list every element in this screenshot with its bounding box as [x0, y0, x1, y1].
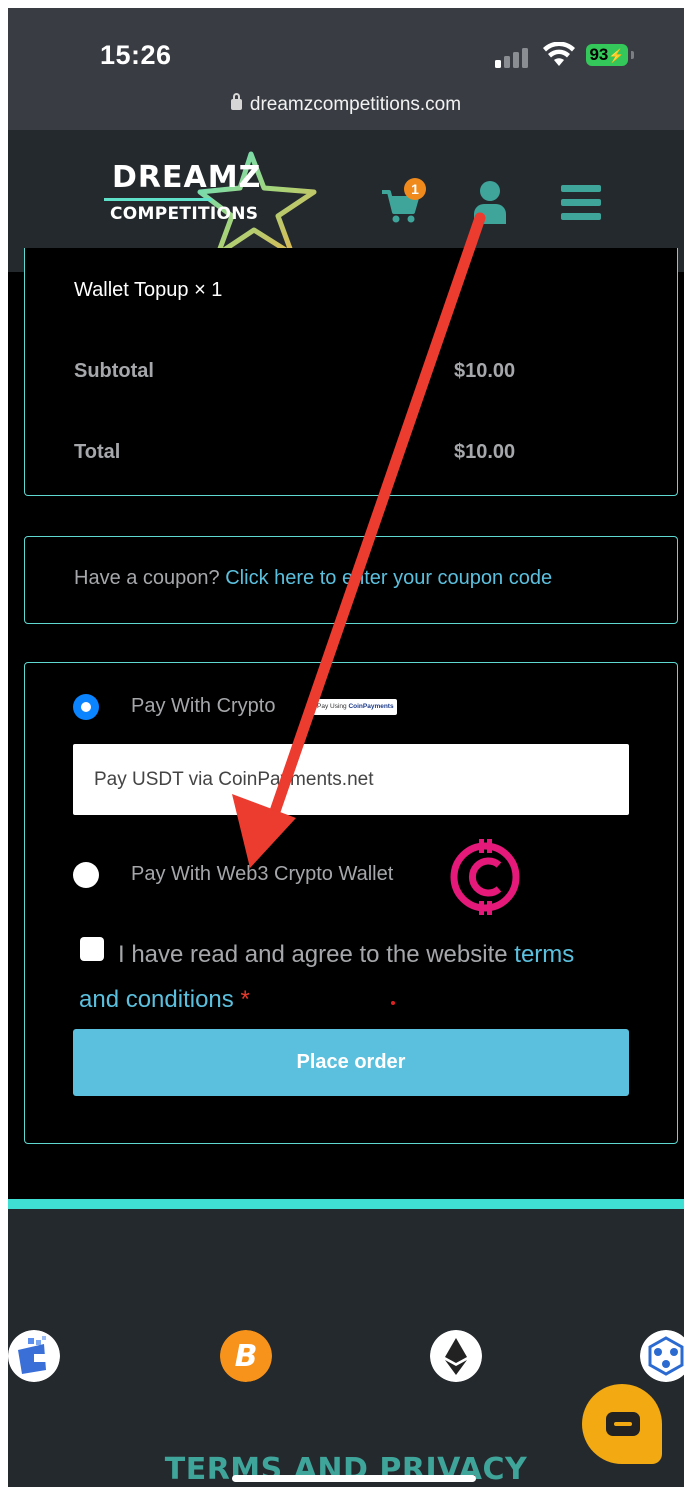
- total-value: $10.00: [454, 441, 516, 463]
- battery-icon: 93⚡: [586, 44, 628, 66]
- coinpayments-badge: Pay Using CoinPayments: [313, 699, 397, 715]
- lock-icon: [230, 93, 242, 110]
- status-bar: 15:26 93⚡ dreamzcompetitions.com: [8, 8, 684, 130]
- wallet-app-icon[interactable]: [8, 1330, 60, 1382]
- required-mark: *: [240, 986, 250, 1013]
- user-account-icon[interactable]: [472, 180, 508, 224]
- battery-tip: [631, 51, 634, 59]
- pay-web3-radio[interactable]: [73, 862, 99, 888]
- chat-glyph: [606, 1412, 640, 1436]
- order-summary: Wallet Topup × 1 Subtotal $10.00 Total $…: [24, 248, 678, 496]
- hamburger-menu-icon[interactable]: [561, 185, 601, 221]
- network-icon[interactable]: [640, 1330, 684, 1382]
- footer-divider: [8, 1199, 684, 1209]
- page-frame: 15:26 93⚡ dreamzcompetitions.com DREAMZ …: [8, 8, 684, 1487]
- payment-description-box: Pay USDT via CoinPayments.net: [73, 744, 629, 815]
- order-item: Wallet Topup × 1: [74, 279, 223, 301]
- payment-description: Pay USDT via CoinPayments.net: [94, 769, 374, 790]
- logo-dreamz: DREAMZ: [112, 160, 262, 195]
- coupon-link[interactable]: Click here to enter your coupon code: [225, 567, 552, 589]
- pay-web3-label[interactable]: Pay With Web3 Crypto Wallet: [131, 863, 393, 886]
- home-indicator: [232, 1475, 476, 1482]
- site-footer: [8, 1209, 684, 1487]
- terms-text: I have read and agree to the website: [118, 941, 515, 968]
- terms-statement: I have read and agree to the website ter…: [79, 932, 639, 1022]
- logo-underline: [104, 198, 212, 201]
- red-dot: [391, 1001, 395, 1005]
- url-bar[interactable]: dreamzcompetitions.com: [8, 93, 684, 116]
- coupon-notice: Have a coupon? Click here to enter your …: [24, 536, 678, 624]
- subtotal-label: Subtotal: [74, 360, 154, 382]
- pay-crypto-radio[interactable]: [73, 694, 99, 720]
- coupon-text: Have a coupon? Click here to enter your …: [74, 567, 552, 590]
- battery-level: 93: [589, 45, 609, 64]
- url-text: dreamzcompetitions.com: [249, 94, 462, 115]
- coinpayments-badge-brand: CoinPayments: [348, 703, 394, 710]
- coinpayments-badge-prefix: Pay Using: [317, 703, 347, 710]
- conditions-link[interactable]: and conditions: [79, 986, 234, 1013]
- terms-link[interactable]: terms: [514, 941, 574, 968]
- pay-crypto-label[interactable]: Pay With Crypto: [131, 695, 275, 718]
- web3-wallet-logo-icon: [450, 839, 520, 915]
- site-logo[interactable]: DREAMZ COMPETITIONS: [104, 150, 324, 260]
- cart-count-badge: 1: [404, 178, 426, 200]
- bitcoin-icon[interactable]: B: [220, 1330, 272, 1382]
- coupon-prefix: Have a coupon?: [74, 567, 226, 589]
- svg-text:B: B: [235, 1339, 258, 1374]
- cellular-signal-icon: [495, 46, 533, 68]
- logo-competitions: COMPETITIONS: [110, 204, 259, 224]
- total-label: Total: [74, 441, 121, 463]
- payment-section: Pay With Crypto Pay Using CoinPayments P…: [24, 662, 678, 1144]
- subtotal-value: $10.00: [454, 360, 516, 382]
- place-order-button[interactable]: Place order: [73, 1029, 629, 1096]
- status-time: 15:26: [100, 40, 172, 70]
- wifi-icon: [543, 42, 575, 66]
- ethereum-icon[interactable]: [430, 1330, 482, 1382]
